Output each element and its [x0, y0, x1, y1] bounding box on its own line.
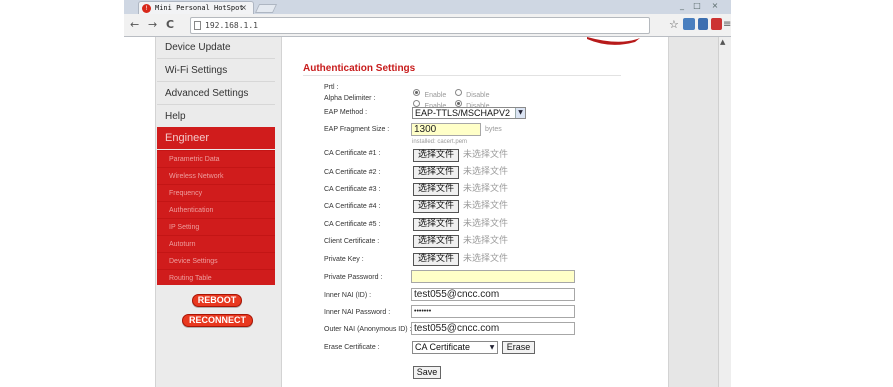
minimize-button[interactable]: _: [675, 1, 689, 11]
erase-certificate-value: CA Certificate: [415, 342, 471, 352]
scroll-up-icon[interactable]: ▲: [720, 38, 725, 46]
chevron-down-icon: ▼: [487, 342, 497, 353]
maximize-button[interactable]: □: [690, 1, 704, 11]
submenu-frequency[interactable]: Frequency: [157, 184, 275, 201]
chevron-down-icon: ▼: [515, 108, 525, 118]
eap-fragment-label: EAP Fragment Size :: [324, 126, 390, 133]
private-key-choose-button[interactable]: 选择文件: [413, 253, 459, 266]
browser-tab[interactable]: ! Mini Personal HotSpot ×: [138, 1, 254, 14]
prtl-label: Prtl :: [324, 84, 339, 91]
submenu-routing-table[interactable]: Routing Table: [157, 269, 275, 285]
erase-button[interactable]: Erase: [502, 341, 535, 354]
sidebar-item-help[interactable]: Help: [157, 106, 275, 128]
eap-method-label: EAP Method :: [324, 109, 368, 116]
ca-cert-3-choose-button[interactable]: 选择文件: [413, 183, 459, 196]
private-password-label: Private Password :: [324, 274, 383, 281]
submenu-autoturn[interactable]: Autoturn: [157, 235, 275, 252]
tab-title: Mini Personal HotSpot: [155, 4, 244, 12]
favicon-icon: !: [142, 4, 151, 13]
extension-icon[interactable]: [698, 18, 708, 30]
ca-cert-5-status: 未选择文件: [463, 219, 509, 229]
star-icon[interactable]: ☆: [669, 18, 679, 32]
client-cert-status: 未选择文件: [463, 236, 509, 246]
outer-nai-input[interactable]: test055@cncc.com: [411, 322, 575, 335]
submenu-wireless-network[interactable]: Wireless Network: [157, 167, 275, 184]
menu-icon[interactable]: ≡: [723, 18, 731, 32]
ca-cert-2-choose-button[interactable]: 选择文件: [413, 166, 459, 179]
ca-cert-4-status: 未选择文件: [463, 201, 509, 211]
back-icon[interactable]: ←: [130, 18, 139, 32]
save-button[interactable]: Save: [413, 366, 441, 379]
sidebar-item-engineer[interactable]: Engineer: [157, 127, 275, 149]
sidebar-item-wifi-settings[interactable]: Wi-Fi Settings: [157, 60, 275, 82]
scrollbar[interactable]: [718, 37, 731, 387]
extension-icon[interactable]: [683, 18, 695, 30]
client-cert-label: Client Certificate :: [324, 238, 380, 245]
eap-fragment-input[interactable]: 1300: [411, 123, 481, 136]
inner-nai-label: Inner NAI (ID) :: [324, 292, 372, 299]
outer-nai-label: Outer NAI (Anonymous ID) :: [324, 326, 412, 333]
ca-cert-3-label: CA Certificate #3 :: [324, 186, 381, 193]
ca-cert-5-choose-button[interactable]: 选择文件: [413, 218, 459, 231]
section-title: Authentication Settings: [303, 63, 416, 74]
alpha-delimiter-label: Alpha Delimiter :: [324, 95, 376, 102]
ca-cert-3-status: 未选择文件: [463, 184, 509, 194]
private-key-status: 未选择文件: [463, 254, 509, 264]
private-key-label: Private Key :: [324, 256, 364, 263]
sidebar-item-device-update[interactable]: Device Update: [157, 37, 275, 59]
ca-cert-1-label: CA Certificate #1 :: [324, 150, 381, 157]
erase-certificate-select[interactable]: CA Certificate ▼: [412, 341, 498, 354]
tab-close-icon[interactable]: ×: [240, 2, 247, 14]
eap-method-select[interactable]: EAP-TTLS/MSCHAPV2 ▼: [412, 107, 526, 119]
submenu-ip-setting[interactable]: IP Setting: [157, 218, 275, 235]
reboot-button[interactable]: REBOOT: [192, 294, 242, 307]
right-gutter: [668, 37, 718, 387]
logo-swoosh: [587, 37, 640, 45]
submenu-device-settings[interactable]: Device Settings: [157, 252, 275, 269]
extension-icon[interactable]: [711, 18, 722, 30]
divider: [303, 75, 621, 76]
private-password-input[interactable]: [411, 270, 575, 283]
page-icon: [194, 21, 201, 30]
inner-nai-password-label: Inner NAI Password :: [324, 309, 391, 316]
reload-icon[interactable]: C: [166, 18, 174, 32]
ca-cert-4-choose-button[interactable]: 选择文件: [413, 200, 459, 213]
ca-cert-2-status: 未选择文件: [463, 167, 509, 177]
close-window-button[interactable]: ×: [708, 1, 722, 11]
eap-method-value: EAP-TTLS/MSCHAPV2: [415, 108, 511, 118]
ca-cert-1-choose-button[interactable]: 选择文件: [413, 149, 459, 162]
bytes-unit: bytes: [485, 126, 502, 133]
forward-icon[interactable]: →: [148, 18, 157, 32]
client-cert-choose-button[interactable]: 选择文件: [413, 235, 459, 248]
inner-nai-input[interactable]: test055@cncc.com: [411, 288, 575, 301]
ca-cert-5-label: CA Certificate #5 :: [324, 221, 381, 228]
reconnect-button[interactable]: RECONNECT: [182, 314, 253, 327]
ca-cert-4-label: CA Certificate #4 :: [324, 203, 381, 210]
submenu-parametric-data[interactable]: Parametric Data: [157, 150, 275, 167]
erase-certificate-label: Erase Certificate :: [324, 344, 380, 351]
ca-cert-1-status: 未选择文件: [463, 150, 509, 160]
address-bar[interactable]: 192.168.1.1: [190, 17, 650, 34]
ca-cert-2-label: CA Certificate #2 :: [324, 169, 381, 176]
installed-hint: installed: cacert.pem: [412, 139, 468, 145]
url-text: 192.168.1.1: [205, 21, 258, 30]
sidebar-item-advanced-settings[interactable]: Advanced Settings: [157, 83, 275, 105]
submenu-authentication[interactable]: Authentication: [157, 201, 275, 218]
inner-nai-password-input[interactable]: •••••••: [411, 305, 575, 318]
